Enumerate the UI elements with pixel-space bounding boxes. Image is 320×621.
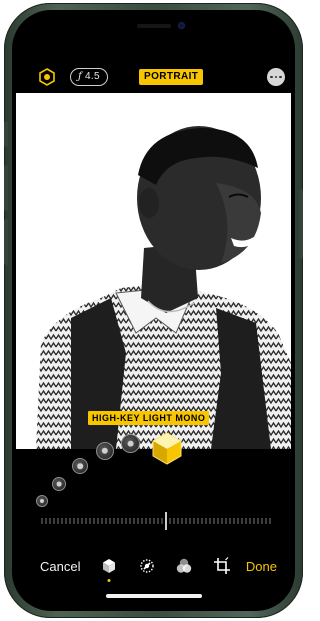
lighting-option-contour[interactable]: [72, 458, 88, 474]
phone-screen: ƒ 4.5 PORTRAIT HIGH-KEY LIGHT MONO Cance…: [16, 15, 291, 606]
lighting-option-studio[interactable]: [52, 477, 66, 491]
cancel-button[interactable]: Cancel: [40, 559, 80, 574]
cube-icon[interactable]: [150, 431, 184, 465]
lighting-option-stage-mono[interactable]: [121, 434, 140, 453]
portrait-illustration: [16, 93, 291, 449]
mute-switch: [4, 121, 8, 147]
portrait-cube-icon[interactable]: [100, 557, 118, 575]
edit-bottom-toolbar: Cancel Done: [16, 553, 291, 583]
crop-icon[interactable]: [213, 557, 231, 575]
notch: [77, 15, 230, 41]
filters-icon[interactable]: [175, 557, 193, 575]
earpiece-speaker: [136, 24, 171, 28]
done-button[interactable]: Done: [246, 559, 277, 574]
hexagon-portrait-icon[interactable]: [38, 68, 56, 86]
edit-top-toolbar: ƒ 4.5 PORTRAIT: [16, 65, 291, 89]
aperture-f-symbol: ƒ: [78, 71, 83, 82]
screenshot-canvas: ƒ 4.5 PORTRAIT HIGH-KEY LIGHT MONO Cance…: [0, 0, 307, 621]
portrait-mode-badge[interactable]: PORTRAIT: [139, 69, 204, 85]
intensity-slider[interactable]: [40, 511, 272, 531]
side-button: [299, 189, 303, 259]
front-camera: [177, 22, 185, 29]
lighting-option-natural[interactable]: [36, 495, 48, 507]
lighting-effect-label: HIGH-KEY LIGHT MONO: [88, 411, 210, 425]
portrait-lighting-dial[interactable]: [16, 429, 291, 519]
volume-up-button: [4, 165, 8, 211]
aperture-depth-button[interactable]: ƒ 4.5: [70, 68, 108, 86]
phone-frame: ƒ 4.5 PORTRAIT HIGH-KEY LIGHT MONO Cance…: [4, 3, 303, 618]
ellipsis-icon[interactable]: [267, 68, 285, 86]
portrait-photo: HIGH-KEY LIGHT MONO: [16, 93, 291, 449]
lighting-option-stage[interactable]: [96, 442, 114, 460]
volume-down-button: [4, 219, 8, 265]
adjust-dial-icon[interactable]: [138, 557, 156, 575]
phone-bezel: ƒ 4.5 PORTRAIT HIGH-KEY LIGHT MONO Cance…: [12, 10, 295, 611]
aperture-value: 4.5: [85, 71, 100, 82]
home-indicator[interactable]: [105, 594, 202, 598]
